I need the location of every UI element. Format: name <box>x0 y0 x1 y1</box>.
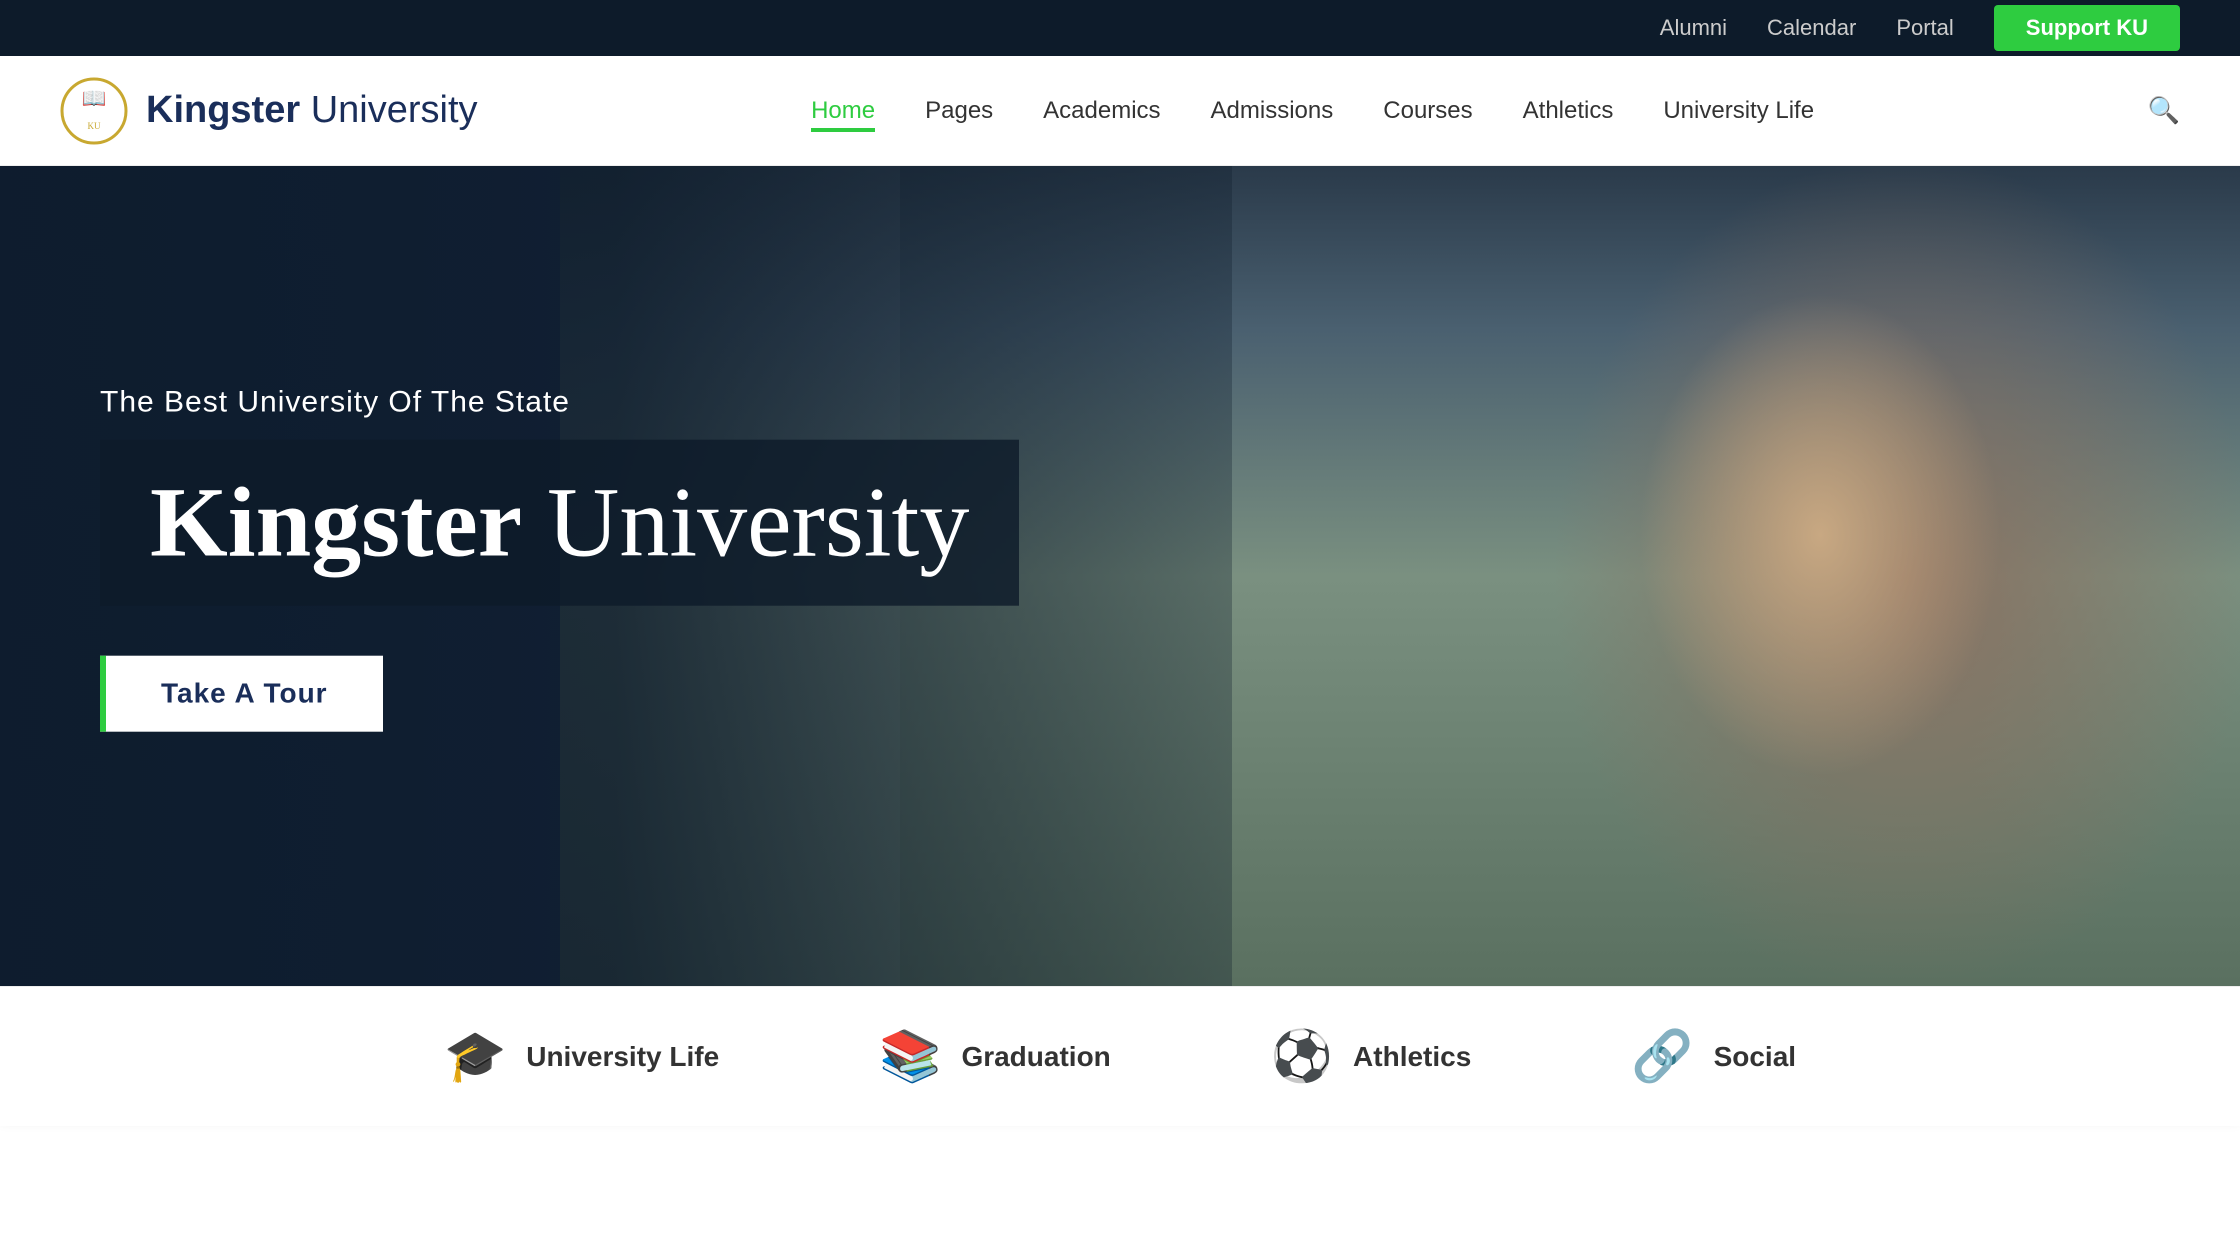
bottom-item-graduation[interactable]: 📚 Graduation <box>879 1027 1111 1086</box>
logo-text: Kingster University <box>146 89 478 132</box>
nav-links: Home Pages Academics Admissions Courses … <box>811 97 1814 125</box>
svg-text:📖: 📖 <box>82 88 107 110</box>
portal-link[interactable]: Portal <box>1896 15 1953 41</box>
top-bar: Alumni Calendar Portal Support KU <box>0 0 2240 56</box>
social-label: Social <box>1714 1041 1796 1073</box>
logo-icon: 📖 KU <box>60 77 128 145</box>
bottom-strip: 🎓 University Life 📚 Graduation ⚽ Athleti… <box>0 986 2240 1126</box>
navbar: 📖 KU Kingster University Home Pages Acad… <box>0 56 2240 166</box>
university-life-icon: 🎓 <box>444 1027 506 1086</box>
social-icon: 🔗 <box>1631 1027 1693 1086</box>
take-tour-button[interactable]: Take A Tour <box>100 656 383 732</box>
university-life-label: University Life <box>526 1041 719 1073</box>
logo-area[interactable]: 📖 KU Kingster University <box>60 77 478 145</box>
svg-text:KU: KU <box>88 121 101 131</box>
hero-subtitle: The Best University Of The State <box>100 386 1019 420</box>
hero-title-bold: Kingster <box>150 467 522 578</box>
graduation-label: Graduation <box>961 1041 1110 1073</box>
bottom-item-social[interactable]: 🔗 Social <box>1631 1027 1796 1086</box>
hero-title: Kingster University <box>150 468 969 578</box>
nav-courses[interactable]: Courses <box>1383 97 1472 128</box>
nav-academics[interactable]: Academics <box>1043 97 1160 128</box>
nav-admissions[interactable]: Admissions <box>1211 97 1334 128</box>
nav-pages[interactable]: Pages <box>925 97 993 128</box>
bottom-item-university-life[interactable]: 🎓 University Life <box>444 1027 719 1086</box>
nav-home[interactable]: Home <box>811 97 875 132</box>
logo-light: University <box>300 89 477 131</box>
nav-athletics[interactable]: Athletics <box>1523 97 1614 128</box>
athletics-icon: ⚽ <box>1271 1027 1333 1086</box>
hero-section: The Best University Of The State Kingste… <box>0 166 2240 986</box>
alumni-link[interactable]: Alumni <box>1660 15 1727 41</box>
logo-bold: Kingster <box>146 89 300 131</box>
calendar-link[interactable]: Calendar <box>1767 15 1856 41</box>
bottom-item-athletics[interactable]: ⚽ Athletics <box>1271 1027 1472 1086</box>
graduation-icon: 📚 <box>879 1027 941 1086</box>
hero-content: The Best University Of The State Kingste… <box>100 386 1019 732</box>
athletics-label: Athletics <box>1353 1041 1471 1073</box>
support-button[interactable]: Support KU <box>1994 5 2180 51</box>
nav-university-life[interactable]: University Life <box>1663 97 1814 128</box>
hero-title-light: University <box>522 467 969 578</box>
search-icon[interactable]: 🔍 <box>2148 96 2180 126</box>
hero-title-box: Kingster University <box>100 440 1019 606</box>
